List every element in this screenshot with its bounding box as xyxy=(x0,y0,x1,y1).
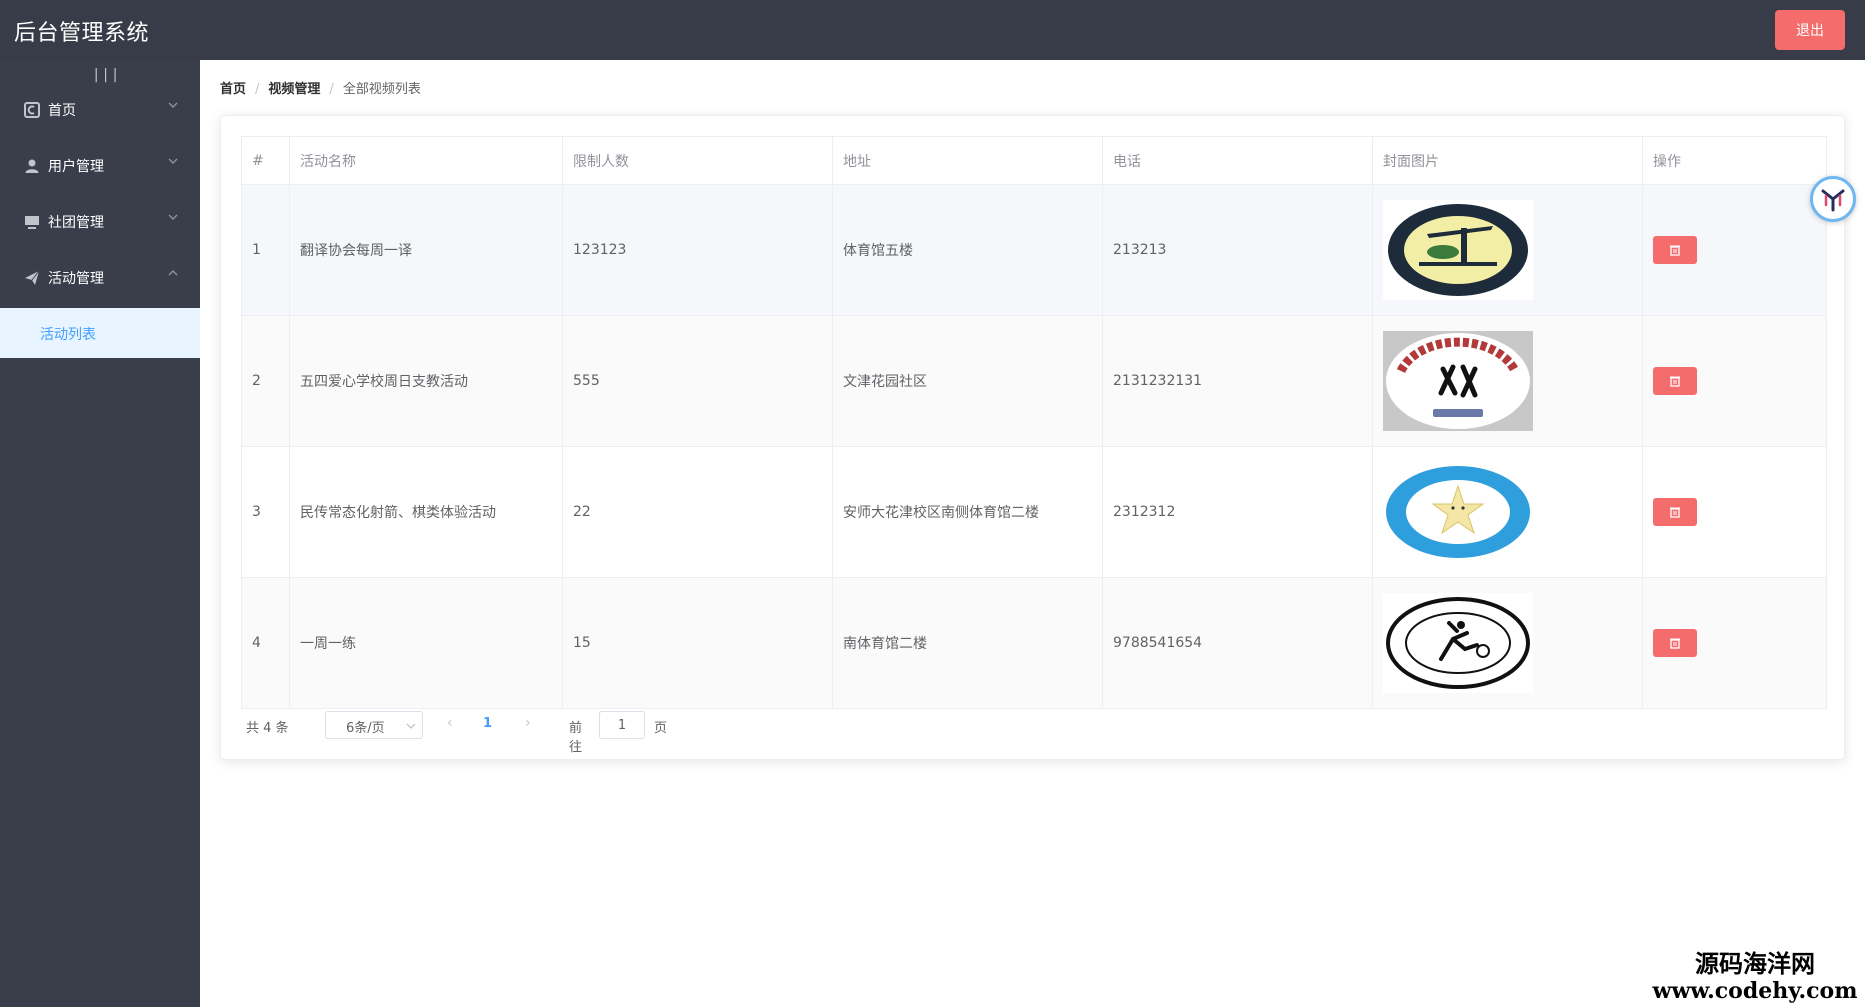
page-number-current[interactable]: 1 xyxy=(483,716,492,731)
delete-button[interactable] xyxy=(1653,367,1697,395)
column-header-limit: 限制人数 xyxy=(562,136,833,185)
breadcrumb-section[interactable]: 视频管理 xyxy=(268,82,320,97)
cell-limit: 15 xyxy=(562,577,833,709)
watermark: 源码海洋网 www.codehy.com xyxy=(1650,949,1860,1005)
cell-index: 1 xyxy=(241,184,290,316)
trash-icon xyxy=(1670,376,1680,387)
cell-address: 文津花园社区 xyxy=(832,315,1103,447)
breadcrumb-home[interactable]: 首页 xyxy=(220,82,246,97)
prev-page-button[interactable]: ‹ xyxy=(447,715,453,731)
sidebar-item-label: 活动管理 xyxy=(48,271,104,287)
delete-button[interactable] xyxy=(1653,498,1697,526)
club-logo-sports xyxy=(1383,593,1533,693)
cell-limit: 123123 xyxy=(562,184,833,316)
pagination-total: 共 4 条 xyxy=(246,721,289,736)
trash-icon xyxy=(1670,638,1680,649)
breadcrumb-current: 全部视频列表 xyxy=(342,82,421,97)
sidebar-item-label: 首页 xyxy=(48,103,76,119)
monitor-icon xyxy=(25,216,39,229)
sidebar-item-clubs[interactable]: 社团管理 xyxy=(0,194,200,250)
delete-button[interactable] xyxy=(1653,629,1697,657)
cell-cover xyxy=(1372,577,1643,709)
sidebar: ||| 首页 用户管理 社团管理 活动管理 活动列表 xyxy=(0,60,200,1007)
goto-label: 前往 xyxy=(569,721,583,755)
cell-cover xyxy=(1372,315,1643,447)
cell-phone: 213213 xyxy=(1102,184,1373,316)
goto-page-input[interactable] xyxy=(599,711,645,739)
assistant-logo-icon xyxy=(1821,189,1845,212)
breadcrumb-separator: / xyxy=(329,82,334,97)
page-size-value: 6条/页 xyxy=(346,721,385,736)
cell-actions xyxy=(1642,184,1827,316)
cell-address: 安师大花津校区南侧体育馆二楼 xyxy=(832,446,1103,578)
home-icon xyxy=(24,102,40,118)
club-logo-jhcos xyxy=(1383,331,1533,431)
user-icon xyxy=(25,159,39,173)
column-header-name: 活动名称 xyxy=(289,136,563,185)
page-label: 页 xyxy=(654,721,668,736)
cell-index: 2 xyxy=(241,315,290,447)
table-row: 3 民传常态化射箭、棋类体验活动 22 安师大花津校区南侧体育馆二楼 23123… xyxy=(241,446,1827,578)
cell-actions xyxy=(1642,446,1827,578)
chevron-up-icon xyxy=(168,270,178,276)
sidebar-item-activities[interactable]: 活动管理 xyxy=(0,250,200,306)
column-header-index: # xyxy=(241,136,290,185)
page-size-select[interactable]: 6条/页 xyxy=(325,711,423,739)
chevron-down-icon xyxy=(168,158,178,164)
delete-button[interactable] xyxy=(1653,236,1697,264)
column-header-actions: 操作 xyxy=(1642,136,1827,185)
top-bar: 后台管理系统 退出 xyxy=(0,0,1865,60)
cell-limit: 22 xyxy=(562,446,833,578)
breadcrumb: 首页 / 视频管理 / 全部视频列表 xyxy=(220,78,421,97)
sidebar-item-home[interactable]: 首页 xyxy=(0,82,200,138)
table-row: 1 翻译协会每周一译 123123 体育馆五楼 213213 xyxy=(241,184,1827,316)
menu-toggle-icon[interactable]: ||| xyxy=(92,68,119,82)
table-row: 2 五四爱心学校周日支教活动 555 文津花园社区 2131232131 xyxy=(241,315,1827,447)
content-card: # 活动名称 限制人数 地址 电话 封面图片 操作 1 翻译协会每周一译 123… xyxy=(220,115,1845,760)
chevron-down-icon xyxy=(406,723,416,729)
cell-limit: 555 xyxy=(562,315,833,447)
app-title: 后台管理系统 xyxy=(14,21,150,46)
cell-index: 4 xyxy=(241,577,290,709)
cell-actions xyxy=(1642,315,1827,447)
trash-icon xyxy=(1670,245,1680,256)
column-header-phone: 电话 xyxy=(1102,136,1373,185)
cell-address: 南体育馆二楼 xyxy=(832,577,1103,709)
assistant-float-icon[interactable] xyxy=(1810,176,1856,222)
sidebar-item-label: 用户管理 xyxy=(48,159,104,175)
next-page-button[interactable]: › xyxy=(525,715,531,731)
send-icon xyxy=(25,270,40,285)
watermark-url: www.codehy.com xyxy=(1652,978,1858,1004)
chevron-down-icon xyxy=(168,102,178,108)
table-row: 4 一周一练 15 南体育馆二楼 9788541654 xyxy=(241,577,1827,709)
club-logo-translation xyxy=(1383,200,1533,300)
sidebar-item-label: 社团管理 xyxy=(48,215,104,231)
sidebar-item-users[interactable]: 用户管理 xyxy=(0,138,200,194)
cell-name: 五四爱心学校周日支教活动 xyxy=(289,315,563,447)
cell-phone: 2131232131 xyxy=(1102,315,1373,447)
cell-cover xyxy=(1372,184,1643,316)
cell-name: 一周一练 xyxy=(289,577,563,709)
column-header-cover: 封面图片 xyxy=(1372,136,1643,185)
trash-icon xyxy=(1670,507,1680,518)
cell-actions xyxy=(1642,577,1827,709)
cell-address: 体育馆五楼 xyxy=(832,184,1103,316)
chevron-down-icon xyxy=(168,214,178,220)
cell-name: 翻译协会每周一译 xyxy=(289,184,563,316)
activity-table: # 活动名称 限制人数 地址 电话 封面图片 操作 1 翻译协会每周一译 123… xyxy=(241,136,1827,709)
sidebar-subitem-activity-list[interactable]: 活动列表 xyxy=(0,308,200,358)
cell-phone: 9788541654 xyxy=(1102,577,1373,709)
cell-index: 3 xyxy=(241,446,290,578)
cell-name: 民传常态化射箭、棋类体验活动 xyxy=(289,446,563,578)
column-header-address: 地址 xyxy=(832,136,1103,185)
logout-button[interactable]: 退出 xyxy=(1775,10,1845,50)
cell-phone: 2312312 xyxy=(1102,446,1373,578)
cell-cover xyxy=(1372,446,1643,578)
table-header-row: # 活动名称 限制人数 地址 电话 封面图片 操作 xyxy=(241,136,1827,185)
sidebar-subitem-label: 活动列表 xyxy=(40,327,96,343)
breadcrumb-separator: / xyxy=(255,82,260,97)
watermark-title: 源码海洋网 xyxy=(1695,949,1815,978)
club-logo-star xyxy=(1383,462,1533,562)
